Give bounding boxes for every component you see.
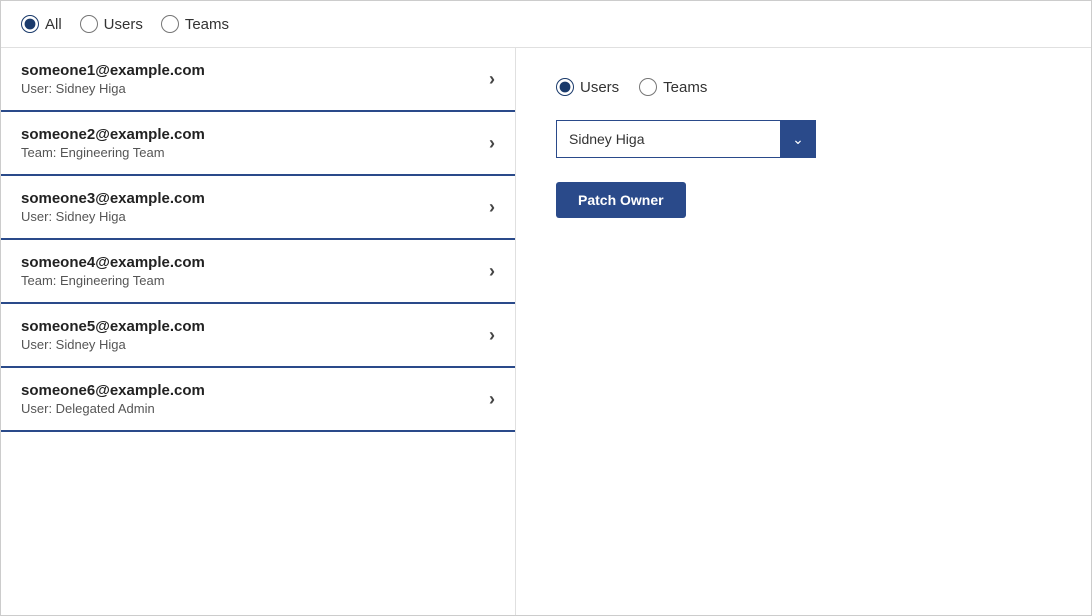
owner-teams-label[interactable]: Teams bbox=[639, 78, 707, 96]
main-container: All Users Teams someone1@example.com Use… bbox=[0, 0, 1092, 616]
list-item-email: someone1@example.com bbox=[21, 62, 205, 79]
list-item[interactable]: someone3@example.com User: Sidney Higa › bbox=[1, 176, 515, 240]
chevron-right-icon: › bbox=[489, 133, 495, 154]
owner-users-label[interactable]: Users bbox=[556, 78, 619, 96]
list-panel: someone1@example.com User: Sidney Higa ›… bbox=[1, 48, 516, 615]
list-item-sub: Team: Engineering Team bbox=[21, 273, 205, 288]
list-item-content: someone4@example.com Team: Engineering T… bbox=[21, 254, 205, 288]
owner-select[interactable]: Sidney Higa Other User bbox=[556, 120, 816, 158]
list-item-sub: User: Delegated Admin bbox=[21, 401, 205, 416]
list-item-email: someone5@example.com bbox=[21, 318, 205, 335]
list-item-email: someone6@example.com bbox=[21, 382, 205, 399]
list-item[interactable]: someone5@example.com User: Sidney Higa › bbox=[1, 304, 515, 368]
filter-all-label[interactable]: All bbox=[21, 15, 62, 33]
list-item-email: someone2@example.com bbox=[21, 126, 205, 143]
owner-users-text: Users bbox=[580, 79, 619, 96]
chevron-right-icon: › bbox=[489, 325, 495, 346]
list-item-email: someone3@example.com bbox=[21, 190, 205, 207]
owner-select-wrapper: Sidney Higa Other User ⌄ bbox=[556, 120, 816, 158]
list-item-sub: Team: Engineering Team bbox=[21, 145, 205, 160]
patch-owner-button[interactable]: Patch Owner bbox=[556, 182, 686, 218]
owner-radio-group: Users Teams bbox=[556, 78, 1051, 96]
content-area: someone1@example.com User: Sidney Higa ›… bbox=[1, 48, 1091, 615]
filter-all-radio[interactable] bbox=[21, 15, 39, 33]
chevron-right-icon: › bbox=[489, 389, 495, 410]
filter-all-text: All bbox=[45, 16, 62, 33]
filter-users-text: Users bbox=[104, 16, 143, 33]
top-radio-group: All Users Teams bbox=[21, 15, 229, 33]
list-item[interactable]: someone2@example.com Team: Engineering T… bbox=[1, 112, 515, 176]
list-item-content: someone5@example.com User: Sidney Higa bbox=[21, 318, 205, 352]
owner-teams-text: Teams bbox=[663, 79, 707, 96]
owner-teams-radio[interactable] bbox=[639, 78, 657, 96]
top-filter-bar: All Users Teams bbox=[1, 1, 1091, 48]
list-item-content: someone3@example.com User: Sidney Higa bbox=[21, 190, 205, 224]
list-item-sub: User: Sidney Higa bbox=[21, 337, 205, 352]
list-item-sub: User: Sidney Higa bbox=[21, 81, 205, 96]
filter-teams-text: Teams bbox=[185, 16, 229, 33]
filter-teams-radio[interactable] bbox=[161, 15, 179, 33]
chevron-right-icon: › bbox=[489, 261, 495, 282]
owner-users-radio[interactable] bbox=[556, 78, 574, 96]
filter-teams-label[interactable]: Teams bbox=[161, 15, 229, 33]
list-item[interactable]: someone1@example.com User: Sidney Higa › bbox=[1, 48, 515, 112]
list-item-sub: User: Sidney Higa bbox=[21, 209, 205, 224]
list-item-content: someone6@example.com User: Delegated Adm… bbox=[21, 382, 205, 416]
list-item[interactable]: someone4@example.com Team: Engineering T… bbox=[1, 240, 515, 304]
chevron-right-icon: › bbox=[489, 69, 495, 90]
chevron-right-icon: › bbox=[489, 197, 495, 218]
list-item-content: someone1@example.com User: Sidney Higa bbox=[21, 62, 205, 96]
list-item[interactable]: someone6@example.com User: Delegated Adm… bbox=[1, 368, 515, 432]
list-item-content: someone2@example.com Team: Engineering T… bbox=[21, 126, 205, 160]
filter-users-radio[interactable] bbox=[80, 15, 98, 33]
detail-panel: Users Teams Sidney Higa Other User ⌄ Pat… bbox=[516, 48, 1091, 615]
list-item-email: someone4@example.com bbox=[21, 254, 205, 271]
filter-users-label[interactable]: Users bbox=[80, 15, 143, 33]
